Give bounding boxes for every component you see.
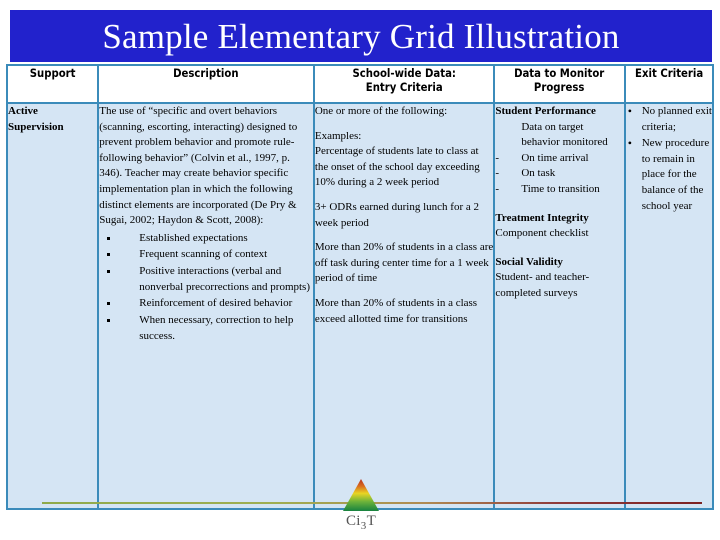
title-banner: Sample Elementary Grid Illustration xyxy=(10,10,712,62)
cell-schoolwide-data: One or more of the following: Examples: … xyxy=(312,102,496,510)
column-header-schoolwide-data: School-wide Data: Entry Criteria xyxy=(312,64,496,104)
schoolwide-example-3: More than 20% of students in a class are… xyxy=(314,241,494,285)
column-header-description-label: Description xyxy=(173,66,239,80)
student-performance-note: Data on target behavior monitored xyxy=(521,120,608,149)
schoolwide-examples-label: Examples: xyxy=(314,129,362,142)
column-header-data-to-monitor: Data to Monitor Progress xyxy=(493,64,626,104)
cell-exit-criteria: No planned exit criteria; New procedure … xyxy=(623,102,715,510)
column-header-support: Support xyxy=(5,64,100,104)
list-item: Frequent scanning of context xyxy=(99,247,313,263)
support-label-line1: Active xyxy=(8,105,38,117)
list-item: No planned exit criteria; xyxy=(626,103,712,135)
list-item: On time arrival xyxy=(495,151,623,167)
logo-caption-main: Ci xyxy=(345,513,361,529)
page-title: Sample Elementary Grid Illustration xyxy=(102,16,620,56)
schoolwide-example-2: 3+ ODRs earned during lunch for a 2 week… xyxy=(314,201,479,229)
support-label-line2: Supervision xyxy=(8,120,64,133)
social-validity-text: Student- and teacher-completed surveys xyxy=(495,271,590,300)
column-header-description: Description xyxy=(97,64,315,104)
logo-caption-tail: T xyxy=(366,513,377,529)
schoolwide-example-1: Percentage of students late to class at … xyxy=(314,145,480,189)
treatment-integrity-text: Component checklist xyxy=(495,227,589,240)
table-header-row: Support Description School-wide Data: En… xyxy=(5,64,715,104)
ci3t-logo-caption: Ci3T xyxy=(330,513,392,532)
description-paragraph: The use of “specific and overt behaviors… xyxy=(99,105,298,227)
column-header-support-label: Support xyxy=(29,66,76,80)
ci3t-logo: Ci3T xyxy=(330,478,392,536)
list-item: Established expectations xyxy=(99,231,313,247)
schoolwide-example-4: More than 20% of students in a class exc… xyxy=(314,297,478,325)
triangle-logo-icon xyxy=(343,479,379,511)
description-bullet-list: Established expectations Frequent scanni… xyxy=(99,231,313,344)
list-item: Time to transition xyxy=(495,182,623,198)
elementary-grid-table: Support Description School-wide Data: En… xyxy=(5,64,715,510)
cell-support: Active Supervision xyxy=(5,102,100,510)
table-row: Active Supervision The use of “specific … xyxy=(5,102,715,510)
cell-data-to-monitor: Student Performance Data on target behav… xyxy=(493,102,626,510)
list-item: When necessary, correction to help succe… xyxy=(99,313,313,344)
list-item: New procedure to remain in place for the… xyxy=(626,135,712,214)
social-validity-heading: Social Validity xyxy=(495,255,563,268)
column-header-exit-criteria-label: Exit Criteria xyxy=(634,66,703,80)
column-header-data-to-monitor-line1: Data to Monitor xyxy=(514,66,605,80)
list-item: Reinforcement of desired behavior xyxy=(99,296,313,312)
student-performance-heading: Student Performance xyxy=(495,105,596,117)
treatment-integrity-heading: Treatment Integrity xyxy=(495,211,589,224)
student-performance-measure-list: On time arrival On task Time to transiti… xyxy=(495,151,623,198)
cell-description: The use of “specific and overt behaviors… xyxy=(97,102,315,510)
list-item: Positive interactions (verbal and nonver… xyxy=(99,264,313,295)
list-item: On task xyxy=(495,166,623,182)
column-header-data-to-monitor-line2: Progress xyxy=(534,80,585,95)
schoolwide-intro: One or more of the following: xyxy=(314,105,448,117)
column-header-exit-criteria: Exit Criteria xyxy=(623,64,715,104)
exit-criteria-list: No planned exit criteria; New procedure … xyxy=(626,103,712,214)
column-header-schoolwide-data-line1: School-wide Data: xyxy=(352,66,456,80)
column-header-schoolwide-data-line2: Entry Criteria xyxy=(365,80,443,95)
